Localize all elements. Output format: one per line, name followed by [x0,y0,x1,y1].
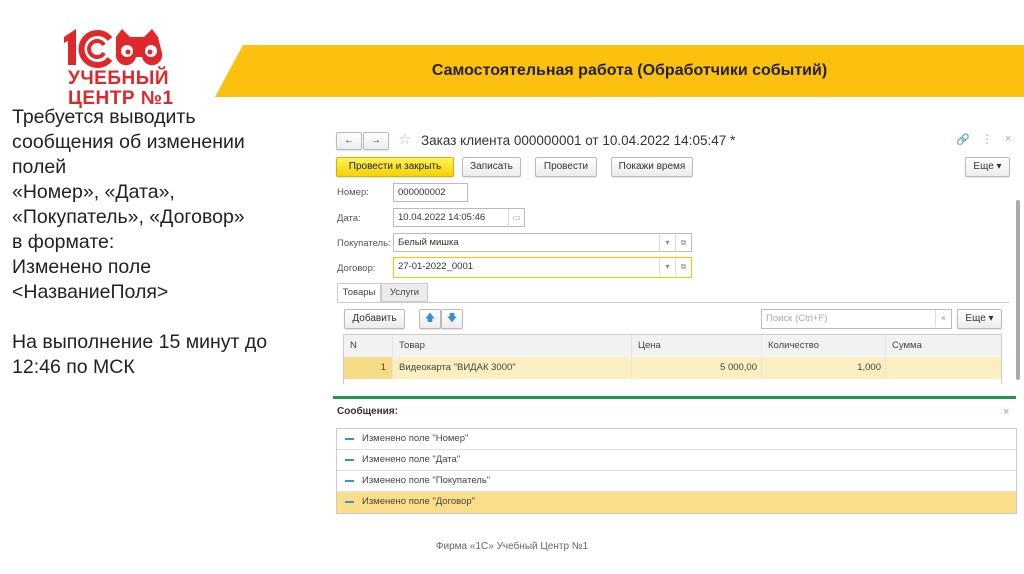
move-up-button[interactable]: 🡅 [419,309,441,329]
table-more-button[interactable]: Еще ▾ [957,309,1002,329]
date-label: Дата: [337,213,361,224]
1c-logo-icon [64,29,163,68]
task-line: 12:46 по МСК [12,356,135,378]
column-header[interactable]: Цена [632,335,762,357]
column-header[interactable]: Сумма [886,335,1001,357]
open-icon[interactable]: ⧉ [675,258,691,275]
table-row[interactable]: 1 Видеокарта "ВИДАК 3000" 5 000,00 1,000 [344,357,1001,379]
dash-icon [345,480,354,482]
buyer-input[interactable]: Белый мишка ▾ ⧉ [393,233,692,252]
column-header[interactable]: Товар [393,335,632,357]
messages-title: Сообщения: [337,406,398,417]
back-button[interactable]: ← [336,132,362,150]
message-item[interactable]: Изменено поле "Покупатель" [337,471,1016,492]
column-header[interactable]: N [344,335,393,357]
window-title: Заказ клиента 000000001 от 10.04.2022 14… [421,133,736,148]
task-spacer [12,305,332,330]
footer-text: Фирма «1С» Учебный Центр №1 [435,541,589,552]
goods-table: N Товар Цена Количество Сумма 1 Видеокар… [343,334,1002,384]
show-time-button[interactable]: Покажи время [611,157,693,177]
contract-value: 27-01-2022_0001 [398,261,474,272]
cell-price: 5 000,00 [632,357,762,379]
tab-services[interactable]: Услуги [381,283,428,302]
slide-title: Самостоятельная работа (Обработчики собы… [431,62,828,79]
close-icon[interactable]: × [1005,133,1011,145]
message-text: Изменено поле "Дата" [362,454,461,465]
search-placeholder: Поиск (Ctrl+F) [766,313,828,324]
message-text: Изменено поле "Договор" [362,496,475,507]
task-line: <НазваниеПоля> [12,281,169,303]
dropdown-icon[interactable]: ▾ [659,258,675,275]
dash-icon [345,459,354,461]
number-input[interactable]: 000000002 [393,183,468,202]
task-line: сообщения об изменении [12,131,245,153]
message-text: Изменено поле "Номер" [362,433,469,444]
add-button[interactable]: Добавить [344,309,405,329]
clear-icon[interactable]: × [935,310,951,327]
logo: УЧЕБНЫЙ ЦЕНТР №1 [60,25,175,110]
column-header[interactable]: Количество [762,335,886,357]
move-down-button[interactable]: 🡇 [441,309,463,329]
post-and-close-button[interactable]: Провести и закрыть [336,157,454,177]
dash-icon [345,501,354,503]
save-button[interactable]: Записать [462,157,521,177]
logo-line-1: УЧЕБНЫЙ [68,68,169,89]
message-text: Изменено поле "Покупатель" [362,475,491,486]
dash-icon [345,438,354,440]
tab-goods[interactable]: Товары [337,283,381,302]
contract-input[interactable]: 27-01-2022_0001 ▾ ⧉ [393,257,692,278]
messages-divider [333,396,1016,399]
more-label: Еще [973,161,994,172]
menu-icon[interactable]: ⋮ [981,132,993,146]
link-icon[interactable]: 🔗 [956,133,970,146]
table-header: N Товар Цена Количество Сумма [344,335,1001,357]
buyer-value: Белый мишка [398,237,459,248]
cell-n: 1 [344,357,393,379]
cell-sum [886,357,1001,379]
cell-product: Видеокарта "ВИДАК 3000" [393,357,632,379]
task-line: полей [12,156,67,178]
tab-divider [337,302,1009,303]
scrollbar[interactable] [1016,200,1020,380]
message-item-selected[interactable]: Изменено поле "Договор" [337,492,1016,513]
buyer-label: Покупатель: [337,238,391,249]
more-button[interactable]: Еще ▾ [965,157,1010,177]
date-value: 10.04.2022 14:05:46 [398,212,486,223]
messages-close-icon[interactable]: × [1003,406,1009,418]
calendar-icon[interactable]: ▭ [508,209,524,226]
cell-quantity: 1,000 [762,357,886,379]
message-item[interactable]: Изменено поле "Дата" [337,450,1016,471]
dropdown-icon[interactable]: ▾ [659,234,675,251]
task-line: «Покупатель», «Договор» [12,206,245,228]
message-item[interactable]: Изменено поле "Номер" [337,429,1016,450]
task-line: Изменено поле [12,256,152,278]
task-line: в формате: [12,231,115,253]
task-line: Требуется выводить [12,106,196,128]
post-button[interactable]: Провести [535,157,597,177]
table-more-label: Еще [965,313,986,324]
contract-label: Договор: [337,263,376,274]
search-input[interactable]: Поиск (Ctrl+F) × [761,309,952,329]
task-line: На выполнение 15 минут до [12,331,268,353]
task-description: Требуется выводить сообщения об изменени… [12,105,332,380]
star-icon[interactable]: ☆ [398,130,411,148]
open-icon[interactable]: ⧉ [675,234,691,251]
forward-button[interactable]: → [363,132,389,150]
number-label: Номер: [337,187,369,198]
date-input[interactable]: 10.04.2022 14:05:46 ▭ [393,208,525,227]
task-line: «Номер», «Дата», [12,181,175,203]
